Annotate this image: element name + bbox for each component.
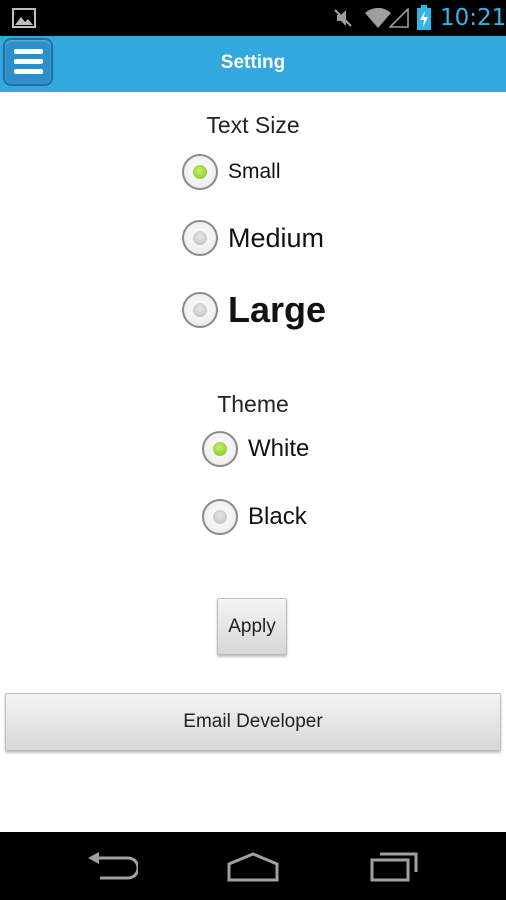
status-clock: 10:21 — [440, 5, 506, 31]
action-bar: Setting — [0, 36, 506, 92]
radio-medium[interactable]: Medium — [182, 220, 324, 256]
apply-button[interactable]: Apply — [217, 598, 287, 655]
text-size-heading: Text Size — [206, 112, 300, 138]
radio-button-icon[interactable] — [202, 431, 238, 467]
recent-apps-icon[interactable] — [368, 850, 420, 882]
mute-icon — [334, 9, 352, 27]
radio-button-icon[interactable] — [182, 292, 218, 328]
home-icon[interactable] — [225, 852, 281, 882]
theme-heading: Theme — [217, 391, 289, 417]
radio-large[interactable]: Large — [182, 289, 326, 331]
radio-white-label: White — [248, 435, 310, 462]
radio-button-icon[interactable] — [202, 499, 238, 535]
radio-button-icon[interactable] — [182, 220, 218, 256]
gallery-icon — [12, 8, 36, 28]
radio-button-icon[interactable] — [182, 154, 218, 190]
radio-large-label: Large — [228, 289, 327, 330]
radio-medium-label: Medium — [228, 222, 325, 253]
radio-white[interactable]: White — [202, 431, 309, 467]
battery-charging-icon — [417, 5, 431, 30]
page-title: Setting — [220, 52, 286, 73]
radio-small[interactable]: Small — [182, 154, 281, 190]
back-icon[interactable] — [86, 852, 138, 882]
radio-black-label: Black — [248, 503, 307, 530]
email-developer-button[interactable]: Email Developer — [5, 693, 501, 751]
status-bar: 10:21 — [0, 0, 506, 36]
radio-small-label: Small — [228, 160, 281, 183]
radio-black[interactable]: Black — [202, 499, 307, 535]
wifi-icon — [365, 7, 391, 28]
signal-icon — [389, 8, 409, 28]
navigation-bar — [0, 832, 506, 900]
